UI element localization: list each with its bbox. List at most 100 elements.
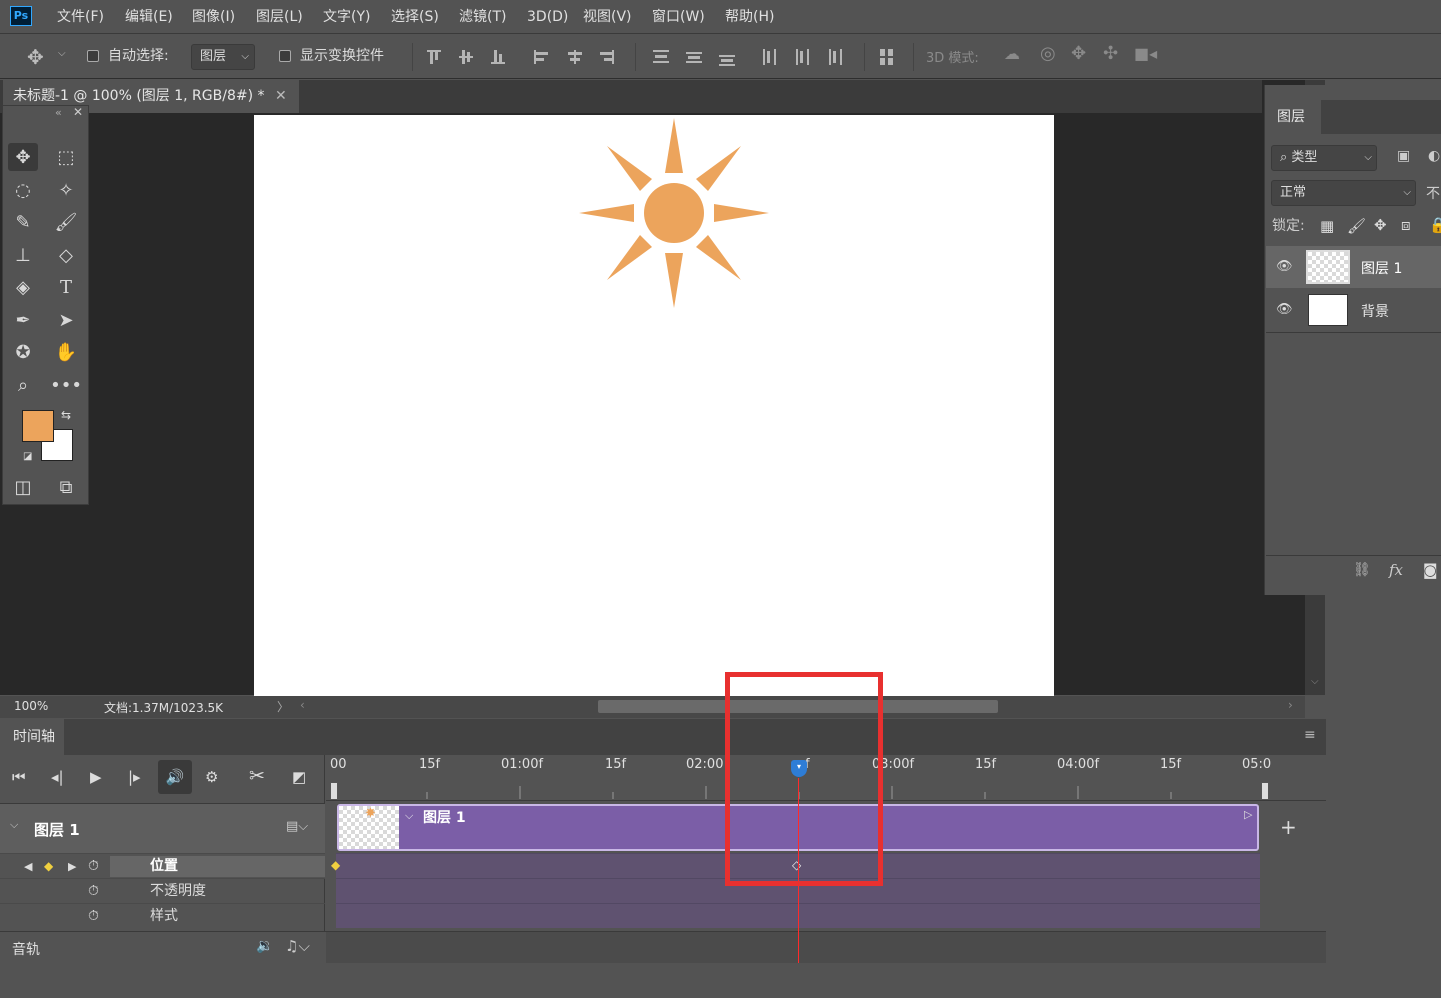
pen-tool-icon[interactable]: ✒ (8, 306, 38, 334)
transition-marker-icon[interactable]: ▷ (1244, 808, 1252, 821)
add-mask-icon[interactable]: ◙ (1423, 561, 1438, 579)
distribute-spacing-icon[interactable] (878, 47, 898, 69)
transition-icon[interactable]: ◩ (292, 768, 306, 786)
magic-wand-tool-icon[interactable]: ✧ (51, 176, 81, 204)
image-filter-icon[interactable]: ▣ (1397, 148, 1410, 164)
menu-window[interactable]: 窗口(W) (652, 0, 705, 34)
stamp-tool-icon[interactable]: ⊥ (8, 241, 38, 269)
screen-mode-icon[interactable]: ⧉ (51, 473, 81, 501)
layer-row[interactable]: 👁 背景 (1266, 289, 1441, 331)
slide-3d-icon[interactable]: ✣ (1103, 43, 1118, 64)
menu-help[interactable]: 帮助(H) (725, 0, 774, 34)
hand-tool-icon[interactable]: ✋ (51, 338, 81, 366)
eraser-tool-icon[interactable]: ◇ (51, 241, 81, 269)
scissors-icon[interactable]: ✂ (249, 765, 265, 787)
layer-filter-dropdown[interactable]: ⌕ 类型 ⌵ (1271, 145, 1377, 171)
quick-mask-icon[interactable]: ◫ (8, 473, 38, 501)
menu-edit[interactable]: 编辑(E) (125, 0, 173, 34)
pan-3d-icon[interactable]: ✥ (1071, 43, 1086, 64)
scale-3d-icon[interactable]: ■◂ (1134, 44, 1157, 63)
move-tool-icon[interactable]: ✥ (27, 45, 44, 69)
auto-select-checkbox[interactable] (87, 50, 99, 62)
menu-filter[interactable]: 滤镜(T) (459, 0, 506, 34)
previous-keyframe-icon[interactable]: ◀ (24, 854, 32, 879)
chevron-right-icon[interactable]: 〉 (277, 698, 289, 715)
work-area-start-handle[interactable] (330, 782, 338, 800)
film-strip-icon[interactable]: ▤⌵ (286, 819, 308, 834)
previous-frame-icon[interactable]: ◂| (51, 768, 64, 786)
orbit-3d-icon[interactable]: ☁ (1004, 44, 1020, 63)
chevron-down-icon[interactable]: ⌵ (1311, 676, 1319, 687)
layers-tab[interactable]: 图层 (1266, 100, 1321, 134)
close-icon[interactable]: ✕ (275, 80, 287, 113)
show-transform-checkbox[interactable] (279, 50, 291, 62)
add-media-icon[interactable]: + (1280, 815, 1297, 839)
work-area-end-handle[interactable] (1261, 782, 1269, 800)
property-row-position[interactable]: ◀ ◆ ▶ ⏱ 位置 (0, 853, 325, 878)
panel-menu-icon[interactable]: ≡ (1304, 727, 1316, 743)
menu-view[interactable]: 视图(V) (583, 0, 632, 34)
swap-colors-icon[interactable]: ⇆ (61, 408, 71, 422)
layer-name[interactable]: 图层 1 (1361, 258, 1402, 278)
default-colors-icon[interactable]: ◪ (23, 451, 32, 462)
auto-select-target-dropdown[interactable]: 图层 ⌵ (191, 44, 255, 70)
property-row-style[interactable]: ⏱ 样式 (0, 903, 325, 928)
menu-file[interactable]: 文件(F) (57, 0, 104, 34)
chevron-left-icon[interactable]: ‹ (300, 698, 305, 712)
roll-3d-icon[interactable]: ◎ (1040, 43, 1056, 64)
property-row-opacity[interactable]: ⏱ 不透明度 (0, 878, 325, 903)
menu-3d[interactable]: 3D(D) (527, 0, 568, 34)
chevron-right-icon[interactable]: › (1288, 698, 1293, 712)
layer-name[interactable]: 背景 (1361, 301, 1389, 321)
layer-row[interactable]: 👁 图层 1 (1266, 246, 1441, 288)
shape-tool-icon[interactable]: ✪ (8, 338, 38, 366)
menu-image[interactable]: 图像(I) (192, 0, 235, 34)
chevron-down-icon[interactable]: ⌵ (58, 48, 66, 59)
brush-tool-icon[interactable]: 🖌 (51, 208, 81, 236)
stopwatch-icon[interactable]: ⏱ (88, 879, 99, 904)
collapse-icon[interactable]: « (55, 106, 62, 119)
lock-artboard-icon[interactable]: ⧈ (1401, 216, 1411, 234)
paint-bucket-tool-icon[interactable]: ◈ (8, 273, 38, 301)
type-tool-icon[interactable]: T (51, 273, 81, 301)
canvas[interactable] (254, 115, 1054, 696)
fx-icon[interactable]: fx (1389, 561, 1403, 579)
foreground-color-swatch[interactable] (22, 410, 54, 442)
chevron-down-icon[interactable]: ⌵ (405, 809, 413, 823)
visibility-eye-icon[interactable]: 👁 (1276, 302, 1293, 317)
next-frame-icon[interactable]: |▸ (128, 768, 141, 786)
link-layers-icon[interactable]: ⛓ (1353, 562, 1371, 578)
settings-icon[interactable]: ⚙ (205, 768, 218, 786)
menu-select[interactable]: 选择(S) (391, 0, 439, 34)
audio-toggle-icon[interactable]: 🔊 (158, 760, 192, 794)
blend-mode-dropdown[interactable]: 正常 ⌵ (1271, 180, 1416, 206)
path-select-tool-icon[interactable]: ➤ (51, 306, 81, 334)
eyedropper-tool-icon[interactable]: ✎ (8, 208, 38, 236)
zoom-level[interactable]: 100% (14, 699, 48, 713)
menu-layer[interactable]: 图层(L) (256, 0, 303, 34)
audio-volume-icon[interactable]: 🔉 (256, 938, 273, 954)
adjustment-filter-icon[interactable]: ◐ (1428, 148, 1440, 164)
next-keyframe-icon[interactable]: ▶ (68, 854, 76, 879)
lock-pixels-icon[interactable]: 🖌 (1347, 217, 1366, 235)
audio-track-lane[interactable] (326, 932, 1326, 964)
timeline-tab[interactable]: 时间轴 (0, 719, 64, 755)
first-frame-icon[interactable]: ⏮ (12, 768, 26, 786)
keyframe-diamond-icon[interactable]: ◆ (331, 858, 340, 872)
lock-all-icon[interactable]: 🔒 (1429, 216, 1441, 234)
more-tools-icon[interactable]: ••• (50, 371, 82, 399)
lock-position-icon[interactable]: ✥ (1374, 216, 1387, 234)
move-tool-icon[interactable]: ✥ (8, 143, 38, 171)
chevron-down-icon[interactable]: ⌵ (10, 818, 18, 832)
visibility-eye-icon[interactable]: 👁 (1276, 259, 1293, 274)
music-note-icon[interactable]: ♫⌵ (285, 937, 310, 955)
lasso-tool-icon[interactable]: ◌ (8, 176, 38, 204)
play-icon[interactable]: ▶ (90, 768, 102, 786)
menu-type[interactable]: 文字(Y) (323, 0, 370, 34)
marquee-tool-icon[interactable]: ⬚ (51, 143, 81, 171)
stopwatch-icon[interactable]: ⏱ (88, 854, 99, 879)
zoom-tool-icon[interactable]: ⌕ (8, 371, 38, 399)
lock-transparency-icon[interactable]: ▦ (1320, 217, 1334, 235)
timeline-layer-header[interactable]: ⌵ 图层 1 ▤⌵ (0, 803, 325, 853)
stopwatch-icon[interactable]: ⏱ (88, 904, 99, 929)
